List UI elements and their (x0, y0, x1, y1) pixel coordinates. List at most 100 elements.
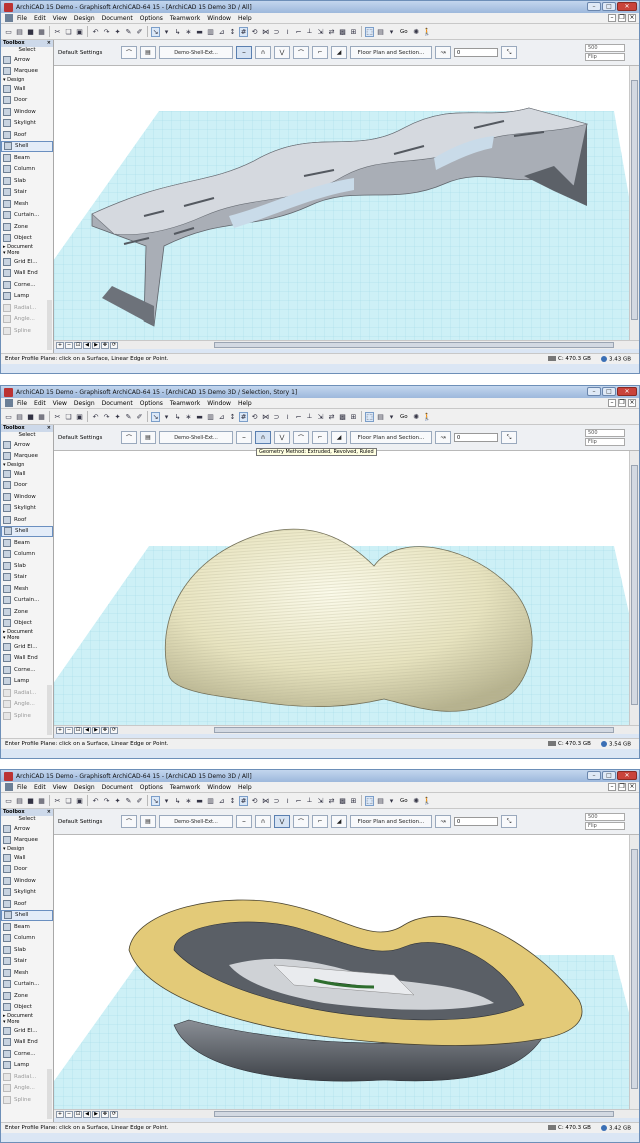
menu-help[interactable]: Help (238, 784, 252, 791)
rotate-icon[interactable]: ⟲ (250, 412, 259, 422)
tool-door[interactable]: Door (1, 95, 53, 107)
orbit-nav-icon[interactable]: ⟳ (110, 726, 118, 734)
fill-icon[interactable]: ▩ (338, 27, 347, 37)
inject-icon[interactable]: ✐ (135, 796, 144, 806)
tool-lamp[interactable]: Lamp (1, 1060, 53, 1072)
horizontal-scroll-thumb[interactable] (214, 1111, 614, 1117)
split-icon[interactable]: ≀ (283, 27, 292, 37)
inject-icon[interactable]: ✐ (135, 412, 144, 422)
doc-close-button[interactable]: × (628, 783, 636, 791)
tool-marquee[interactable]: Marquee (1, 835, 53, 847)
tool-stair[interactable]: Stair (1, 572, 53, 584)
pen-icon[interactable]: ⊿ (217, 796, 226, 806)
open-file-icon[interactable]: ▤ (15, 412, 24, 422)
thickness-field[interactable]: 500 (585, 429, 625, 437)
mirror-icon[interactable]: ⋈ (261, 796, 270, 806)
walk-icon[interactable]: 🚶 (423, 412, 432, 422)
tool-curtain-wall[interactable]: Curtain... (1, 595, 53, 607)
floor-plan-section-button[interactable]: Floor Plan and Section... (350, 431, 432, 444)
doc-restore-button[interactable]: ❐ (618, 399, 626, 407)
thickness-field[interactable]: 500 (585, 813, 625, 821)
gravity-icon[interactable]: ↘ (151, 411, 160, 422)
trace-icon[interactable]: ▬ (195, 27, 204, 37)
fill-icon[interactable]: ▩ (338, 796, 347, 806)
zoom-in-icon[interactable]: + (56, 726, 64, 734)
menu-edit[interactable]: Edit (34, 15, 46, 22)
element-info-icon[interactable]: ↕ (228, 27, 237, 37)
next-zoom-icon[interactable]: ▶ (92, 726, 100, 734)
split-icon[interactable]: ≀ (283, 796, 292, 806)
tool-door[interactable]: Door (1, 480, 53, 492)
stretch-icon[interactable]: ⇄ (327, 796, 336, 806)
revolved-method-icon[interactable]: ∩ (255, 431, 271, 444)
tool-window[interactable]: Window (1, 491, 53, 503)
tool-shell[interactable]: Shell (1, 525, 53, 537)
adjust-icon[interactable]: ⌐ (294, 796, 303, 806)
menu-document[interactable]: Document (102, 400, 133, 407)
tool-corner-window[interactable]: Corne... (1, 664, 53, 676)
tool-beam[interactable]: Beam (1, 921, 53, 933)
maximize-button[interactable]: □ (602, 2, 616, 11)
shell-method-dropdown[interactable]: Demo-Shell-Ext... (159, 431, 233, 444)
pick-up-icon[interactable]: ✎ (124, 796, 133, 806)
previous-zoom-icon[interactable]: ◀ (83, 1110, 91, 1118)
fill-icon[interactable]: ▩ (338, 412, 347, 422)
menu-edit[interactable]: Edit (34, 400, 46, 407)
ruled-method-icon[interactable]: ⋁ (274, 431, 290, 444)
orbit-nav-icon[interactable]: ⟳ (110, 341, 118, 349)
close-button[interactable]: ✕ (617, 387, 637, 396)
print-icon[interactable]: ▦ (37, 796, 46, 806)
3d-window-icon[interactable]: ⬚ (365, 26, 374, 37)
next-zoom-icon[interactable]: ▶ (92, 1110, 100, 1118)
3d-style-icon[interactable]: ▤ (376, 412, 385, 422)
zoom-menu-icon[interactable]: ▾ (387, 27, 396, 37)
tool-stair[interactable]: Stair (1, 956, 53, 968)
guide-lines-icon[interactable]: ↳ (173, 796, 182, 806)
resize-icon[interactable]: ⇲ (316, 412, 325, 422)
guide-lines-icon[interactable]: ↳ (173, 412, 182, 422)
mirror-icon[interactable]: ⋈ (261, 412, 270, 422)
walk-icon[interactable]: 🚶 (423, 796, 432, 806)
construction-icon[interactable]: ⌐ (312, 431, 328, 444)
skin-icon[interactable]: ◢ (331, 46, 347, 59)
fit-window-icon[interactable]: ⊡ (74, 341, 82, 349)
menu-help[interactable]: Help (238, 400, 252, 407)
trace-icon[interactable]: ▬ (195, 796, 204, 806)
shell-settings-icon[interactable]: ⌒ (121, 815, 137, 828)
toolbox-scrollbar[interactable] (47, 1069, 52, 1119)
zoom-out-icon[interactable]: − (65, 341, 73, 349)
3d-style-icon[interactable]: ▤ (376, 27, 385, 37)
flip-button[interactable]: Flip (585, 53, 625, 61)
orbit-icon[interactable]: ✺ (412, 27, 421, 37)
profile-icon[interactable]: ⌒ (293, 815, 309, 828)
menu-view[interactable]: View (53, 15, 67, 22)
resize-icon[interactable]: ⇲ (316, 796, 325, 806)
redo-icon[interactable]: ↷ (102, 412, 111, 422)
toolbox-scrollbar[interactable] (47, 685, 52, 735)
tool-beam[interactable]: Beam (1, 152, 53, 164)
menu-design[interactable]: Design (74, 15, 95, 22)
pen-icon[interactable]: ⊿ (217, 27, 226, 37)
3d-style-icon[interactable]: ▤ (376, 796, 385, 806)
thickness-field[interactable]: 500 (585, 44, 625, 52)
tool-column[interactable]: Column (1, 164, 53, 176)
3d-viewport[interactable] (54, 451, 629, 725)
menu-file[interactable]: File (17, 400, 27, 407)
tool-marquee[interactable]: Marquee (1, 66, 53, 78)
element-info-icon[interactable]: ↕ (228, 796, 237, 806)
shell-settings-icon[interactable]: ⌒ (121, 46, 137, 59)
close-button[interactable]: ✕ (617, 771, 637, 780)
skin-icon[interactable]: ◢ (331, 431, 347, 444)
cut-icon[interactable]: ✂ (53, 27, 62, 37)
tool-curtain-wall[interactable]: Curtain... (1, 979, 53, 991)
tool-stair[interactable]: Stair (1, 187, 53, 199)
paste-icon[interactable]: ▣ (75, 27, 84, 37)
paste-icon[interactable]: ▣ (75, 412, 84, 422)
tool-wall-end[interactable]: Wall End (1, 268, 53, 280)
element-info-icon[interactable]: ↕ (228, 412, 237, 422)
copy-icon[interactable]: ❏ (64, 412, 73, 422)
snap-icon[interactable]: ∗ (184, 796, 193, 806)
tool-object[interactable]: Object (1, 233, 53, 245)
tool-roof[interactable]: Roof (1, 898, 53, 910)
new-file-icon[interactable]: ▭ (4, 27, 13, 37)
